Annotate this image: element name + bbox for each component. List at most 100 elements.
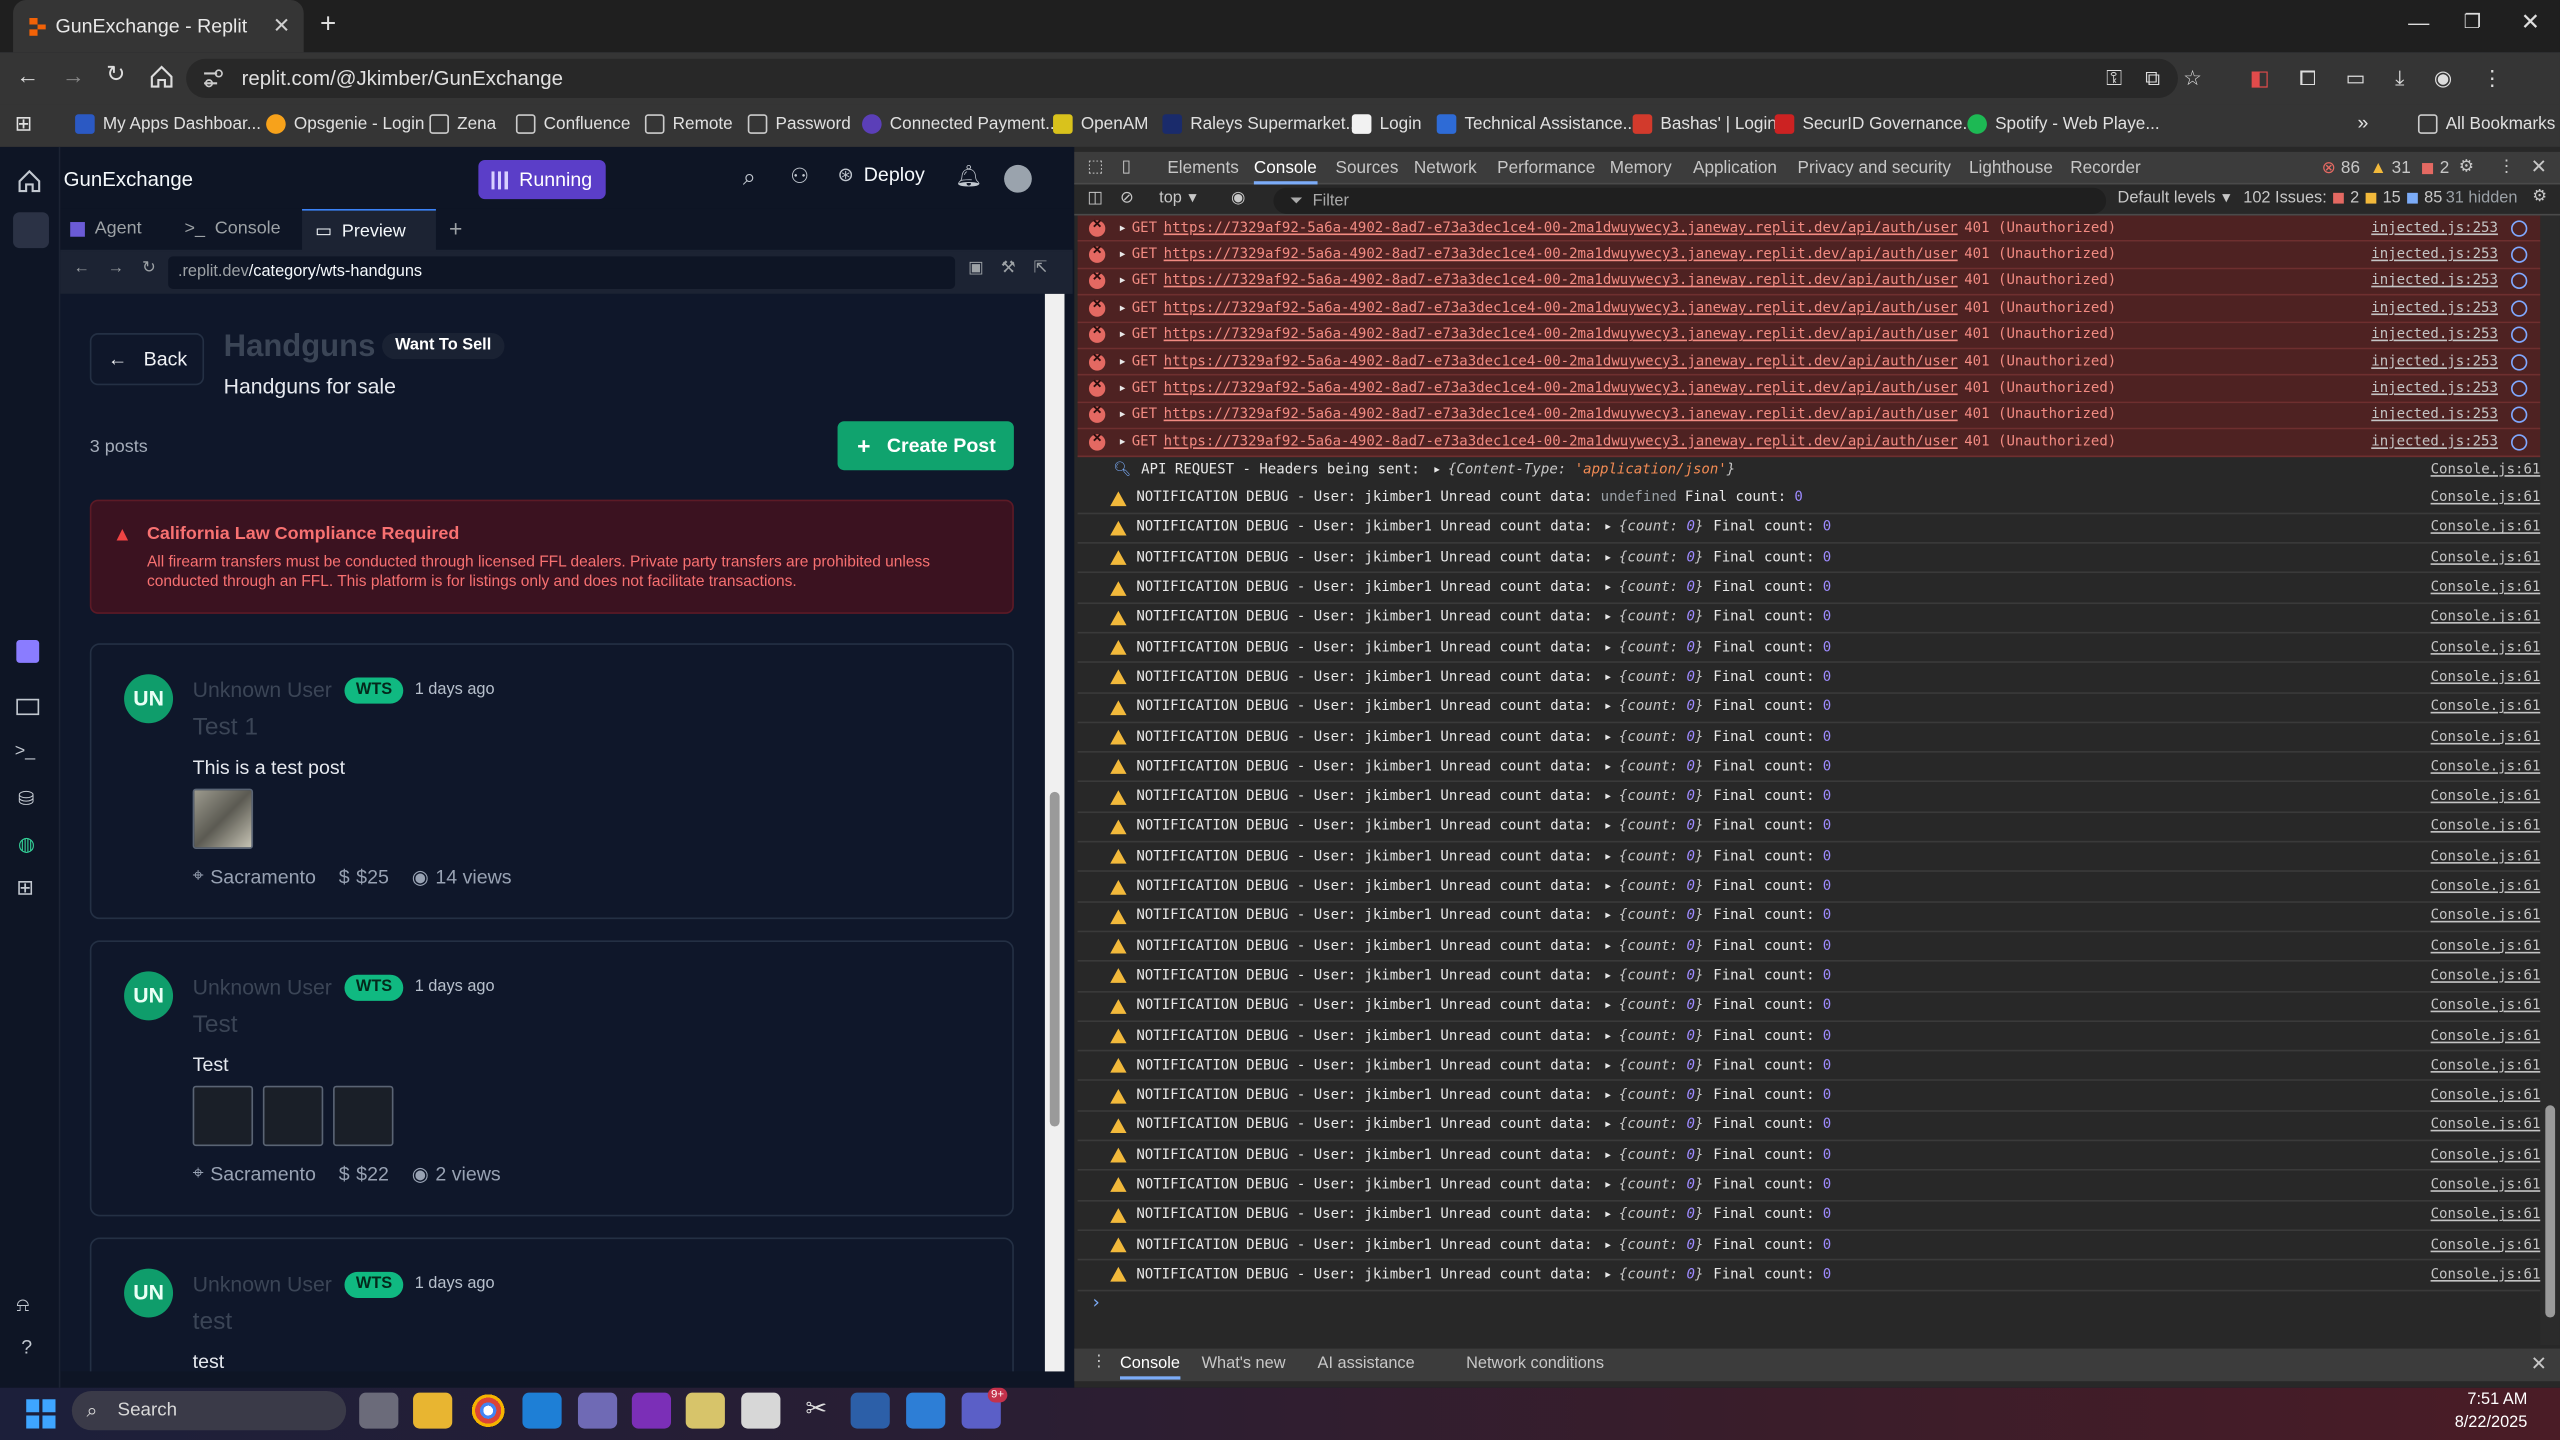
- restore-icon[interactable]: ❐: [2464, 10, 2482, 33]
- bookmark-item[interactable]: Raleys Supermarket...: [1162, 114, 1360, 134]
- post-card[interactable]: UN Unknown User WTS 1 days ago Test 1 Th…: [89, 643, 1014, 920]
- help-icon[interactable]: ?: [21, 1336, 32, 1359]
- object-preview[interactable]: {count: 0}: [1619, 968, 1704, 984]
- console-settings-gear-icon[interactable]: ⚙: [2532, 188, 2547, 206]
- source-link[interactable]: injected.js:253: [2371, 407, 2498, 423]
- request-url-link[interactable]: https://7329af92-5a6a-4902-8ad7-e73a3dec…: [1164, 380, 1958, 396]
- expand-triangle-icon[interactable]: ▸: [1604, 520, 1612, 536]
- expand-triangle-icon[interactable]: ▸: [1604, 729, 1612, 745]
- taskbar-search[interactable]: ⌕ Search: [71, 1391, 347, 1431]
- windows-start-icon[interactable]: [26, 1399, 56, 1429]
- object-preview[interactable]: {Content-Type: 'application/json'}: [1448, 462, 1735, 478]
- inspect-element-icon[interactable]: ⬚: [1087, 157, 1103, 177]
- source-link[interactable]: Console.js:61: [2431, 878, 2541, 894]
- cast-icon[interactable]: ▭: [2346, 65, 2366, 91]
- more-bookmarks-icon[interactable]: »: [2358, 111, 2369, 134]
- console-warning-row[interactable]: NOTIFICATION DEBUG - User: jkimber1 Unre…: [1077, 753, 2541, 783]
- object-preview[interactable]: {count: 0}: [1619, 908, 1704, 924]
- object-preview[interactable]: {count: 0}: [1619, 610, 1704, 626]
- source-link[interactable]: injected.js:253: [2371, 354, 2498, 370]
- source-link[interactable]: Console.js:61: [2431, 1087, 2541, 1103]
- run-status-button[interactable]: Running: [478, 159, 606, 200]
- console-warning-row[interactable]: NOTIFICATION DEBUG - User: jkimber1 Unre…: [1077, 663, 2541, 694]
- console-warning-row[interactable]: NOTIFICATION DEBUG - User: jkimber1 Unre…: [1077, 484, 2541, 514]
- console-filter-input[interactable]: ⏷ Filter: [1273, 187, 2107, 214]
- source-link[interactable]: Console.js:61: [2431, 1237, 2541, 1253]
- tab-elements[interactable]: Elements: [1167, 158, 1238, 178]
- object-preview[interactable]: {count: 0}: [1619, 1028, 1704, 1044]
- app-icon[interactable]: [685, 1392, 725, 1429]
- console-warning-row[interactable]: NOTIFICATION DEBUG - User: jkimber1 Unre…: [1077, 1022, 2541, 1052]
- store-icon[interactable]: [522, 1392, 562, 1429]
- file-explorer-icon[interactable]: [413, 1392, 453, 1429]
- console-error-row[interactable]: ▸ GET https://7329af92-5a6a-4902-8ad7-e7…: [1077, 295, 2541, 323]
- ai-assist-icon[interactable]: [2511, 326, 2528, 344]
- source-link[interactable]: Console.js:61: [2431, 520, 2541, 536]
- expand-triangle-icon[interactable]: ▸: [1604, 938, 1612, 954]
- expand-triangle-icon[interactable]: ▸: [1604, 1117, 1612, 1133]
- tab-recorder[interactable]: Recorder: [2070, 158, 2141, 178]
- expand-triangle-icon[interactable]: ▸: [1604, 1267, 1612, 1283]
- preview-url-field[interactable]: .replit.dev/category/wts-handguns: [168, 256, 956, 289]
- expand-triangle-icon[interactable]: ▸: [1604, 968, 1612, 984]
- object-preview[interactable]: {count: 0}: [1619, 639, 1704, 655]
- clock-time[interactable]: 7:51 AM: [2462, 1391, 2527, 1409]
- globe-icon[interactable]: ◍: [18, 833, 35, 856]
- request-url-link[interactable]: https://7329af92-5a6a-4902-8ad7-e73a3dec…: [1164, 300, 1958, 316]
- object-preview[interactable]: {count: 0}: [1619, 878, 1704, 894]
- source-link[interactable]: Console.js:61: [2431, 1117, 2541, 1133]
- reload-icon[interactable]: ↻: [106, 60, 125, 88]
- all-bookmarks[interactable]: All Bookmarks: [2417, 114, 2555, 134]
- request-url-link[interactable]: https://7329af92-5a6a-4902-8ad7-e73a3dec…: [1164, 434, 1958, 450]
- source-link[interactable]: Console.js:61: [2431, 1147, 2541, 1163]
- back-arrow-icon[interactable]: ←: [16, 62, 39, 88]
- expand-triangle-icon[interactable]: ▸: [1118, 300, 1126, 316]
- source-link[interactable]: Console.js:61: [2431, 1028, 2541, 1044]
- expand-triangle-icon[interactable]: ▸: [1604, 1087, 1612, 1103]
- tab-console[interactable]: Console: [1253, 158, 1317, 185]
- tab-preview[interactable]: ▭ Preview: [302, 208, 436, 252]
- console-warning-row[interactable]: NOTIFICATION DEBUG - User: jkimber1 Unre…: [1077, 1261, 2541, 1291]
- expand-triangle-icon[interactable]: ▸: [1118, 434, 1126, 450]
- download-icon[interactable]: ⤓: [2395, 65, 2404, 91]
- preview-reload-icon[interactable]: ↻: [142, 260, 156, 278]
- tab-lighthouse[interactable]: Lighthouse: [1969, 158, 2053, 178]
- console-warning-row[interactable]: NOTIFICATION DEBUG - User: jkimber1 Unre…: [1077, 932, 2541, 963]
- request-url-link[interactable]: https://7329af92-5a6a-4902-8ad7-e73a3dec…: [1164, 273, 1958, 289]
- request-url-link[interactable]: https://7329af92-5a6a-4902-8ad7-e73a3dec…: [1164, 407, 1958, 423]
- console-warning-row[interactable]: NOTIFICATION DEBUG - User: jkimber1 Unre…: [1077, 574, 2541, 604]
- console-warning-row[interactable]: NOTIFICATION DEBUG - User: jkimber1 Unre…: [1077, 544, 2541, 574]
- expand-triangle-icon[interactable]: ▸: [1604, 759, 1612, 775]
- live-expression-eye-icon[interactable]: ◉: [1231, 189, 1245, 207]
- tab-privacy[interactable]: Privacy and security: [1798, 158, 1951, 178]
- source-link[interactable]: Console.js:61: [2431, 1267, 2541, 1283]
- chrome-menu-icon[interactable]: ⋮: [2482, 65, 2503, 91]
- console-counts[interactable]: ⊗ 86 ▲ 31 ◼ 2: [2322, 158, 2450, 178]
- drawer-tab-network-conditions[interactable]: Network conditions: [1466, 1355, 1604, 1373]
- home-icon[interactable]: [150, 65, 173, 88]
- object-preview[interactable]: {count: 0}: [1619, 938, 1704, 954]
- tab-network[interactable]: Network: [1414, 158, 1477, 178]
- source-link[interactable]: Console.js:61: [2431, 849, 2541, 865]
- source-link[interactable]: Console.js:61: [2431, 580, 2541, 596]
- bookmark-item[interactable]: Zena: [429, 114, 496, 134]
- chrome-icon[interactable]: [468, 1392, 508, 1429]
- alerts-icon[interactable]: ⍾: [16, 1293, 29, 1317]
- console-error-row[interactable]: ▸ GET https://7329af92-5a6a-4902-8ad7-e7…: [1077, 269, 2541, 296]
- bookmark-item[interactable]: OpenAM: [1053, 114, 1148, 134]
- console-error-row[interactable]: ▸ GET https://7329af92-5a6a-4902-8ad7-e7…: [1077, 242, 2541, 270]
- source-link[interactable]: injected.js:253: [2371, 380, 2498, 396]
- expand-triangle-icon[interactable]: ▸: [1604, 1207, 1612, 1223]
- teams-icon[interactable]: 9+: [961, 1387, 1008, 1429]
- object-preview[interactable]: {count: 0}: [1619, 1237, 1704, 1253]
- device-toolbar-icon[interactable]: ▯: [1122, 157, 1131, 177]
- expand-triangle-icon[interactable]: ▸: [1604, 849, 1612, 865]
- expand-triangle-icon[interactable]: ▸: [1604, 998, 1612, 1014]
- source-link[interactable]: Console.js:61: [2431, 1058, 2541, 1074]
- post-image-thumbnail[interactable]: [262, 1085, 324, 1147]
- console-warning-row[interactable]: NOTIFICATION DEBUG - User: jkimber1 Unre…: [1077, 1231, 2541, 1261]
- drawer-tab-console[interactable]: Console: [1119, 1355, 1180, 1380]
- url-bar[interactable]: replit.com/@Jkimber/GunExchange: [186, 58, 2178, 98]
- object-preview[interactable]: {count: 0}: [1619, 849, 1704, 865]
- expand-triangle-icon[interactable]: ▸: [1118, 247, 1126, 263]
